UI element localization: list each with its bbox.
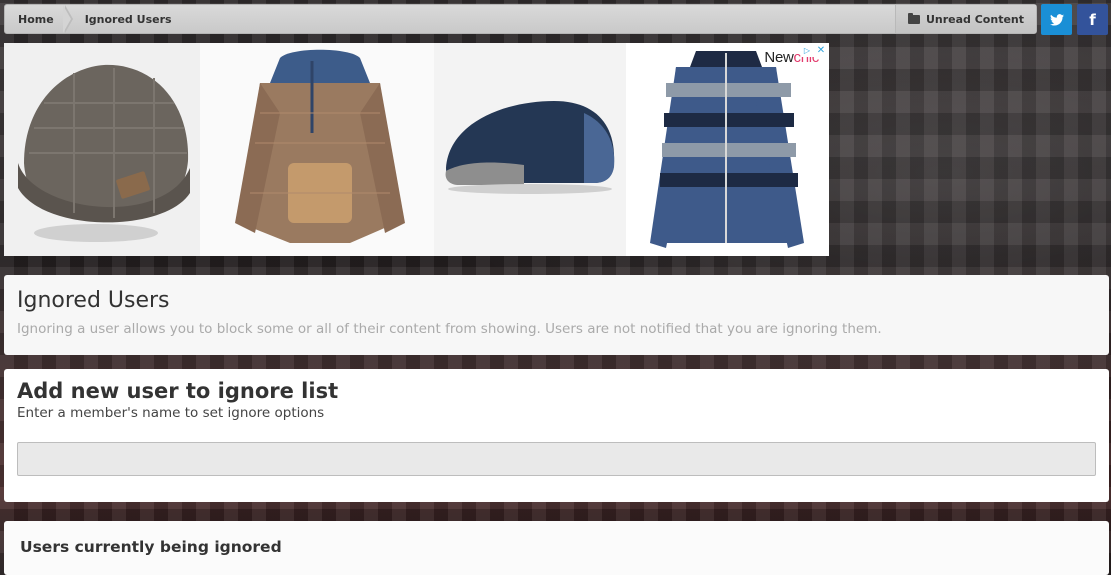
breadcrumb-home-label[interactable]: Home — [18, 13, 54, 26]
ad-product-cap[interactable] — [434, 43, 626, 256]
add-ignore-description: Enter a member's name to set ignore opti… — [17, 405, 325, 421]
ad-choices-icon[interactable]: ▷ — [801, 43, 813, 57]
breadcrumb-current: Ignored Users — [72, 5, 185, 33]
breadcrumb-current-label: Ignored Users — [84, 12, 172, 26]
facebook-button[interactable]: f — [1077, 4, 1108, 35]
ignored-users-header-panel: Ignored Users Ignoring a user allows you… — [4, 275, 1109, 355]
sweater-image — [235, 49, 405, 243]
beanie-image — [18, 64, 190, 242]
unread-content-button[interactable]: Unread Content — [894, 5, 1036, 33]
breadcrumb-home[interactable]: Home — [5, 5, 73, 33]
ignored-users-list-panel: Users currently being ignored — [4, 521, 1109, 575]
flat-cap-image — [445, 101, 615, 194]
member-name-input[interactable] — [17, 442, 1096, 476]
twitter-icon — [1049, 13, 1064, 26]
ad-product-sweater[interactable] — [200, 43, 434, 256]
add-ignore-panel: Add new user to ignore list Enter a memb… — [4, 369, 1109, 502]
ignored-list-title: Users currently being ignored — [20, 538, 282, 556]
ad-product-cardigan[interactable]: Newchic ▷ ✕ — [626, 43, 829, 256]
twitter-button[interactable] — [1041, 4, 1072, 35]
page-title: Ignored Users — [17, 288, 170, 313]
unread-content-label[interactable]: Unread Content — [926, 13, 1024, 26]
page-description: Ignoring a user allows you to block some… — [17, 321, 882, 337]
ad-product-beanie[interactable] — [4, 43, 200, 256]
cardigan-image — [650, 51, 804, 248]
breadcrumb: Home Ignored Users Unread Content — [4, 4, 1037, 34]
folder-open-icon — [907, 12, 920, 24]
ad-brand-part1: New — [764, 49, 794, 66]
add-ignore-title: Add new user to ignore list — [17, 379, 339, 403]
facebook-icon: f — [1089, 10, 1096, 29]
ad-close-icon[interactable]: ✕ — [813, 43, 829, 57]
advertisement-banner[interactable]: Newchic ▷ ✕ — [4, 43, 829, 256]
